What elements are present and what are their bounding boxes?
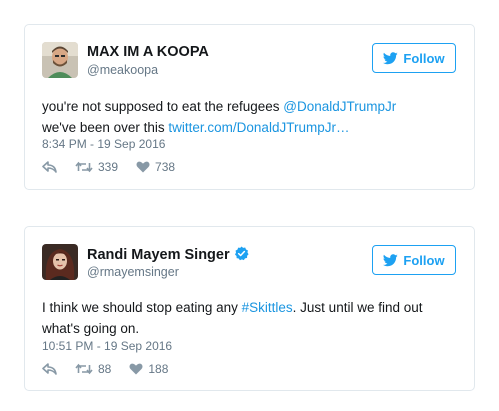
like-count: 188 — [148, 362, 169, 376]
reply-button[interactable] — [42, 161, 57, 173]
retweet-button[interactable]: 88 — [75, 362, 111, 376]
user-handle[interactable]: @rmayemsinger — [87, 265, 179, 279]
user-handle[interactable]: @meakoopa — [87, 63, 158, 77]
retweet-button[interactable]: 339 — [75, 160, 118, 174]
heart-icon — [136, 161, 150, 173]
retweet-icon — [75, 161, 93, 173]
tweet-card: Randi Mayem Singer @rmayemsinger Follow … — [24, 226, 475, 391]
tweet-text-line: you're not supposed to eat the refugees … — [42, 96, 467, 117]
display-name[interactable]: MAX IM A KOOPA — [87, 44, 209, 60]
reply-icon — [42, 161, 57, 173]
retweet-icon — [75, 363, 93, 375]
tweet-card: MAX IM A KOOPA @meakoopa Follow you're n… — [24, 24, 475, 190]
tweet-text-segment: you're not supposed to eat the refugees — [42, 99, 284, 114]
reply-icon — [42, 363, 57, 375]
tweet-text-segment: I think we should stop eating any — [42, 300, 242, 315]
retweet-count: 88 — [98, 362, 112, 376]
follow-button[interactable]: Follow — [372, 245, 456, 275]
tweet-text-segment: . Just until we find out — [292, 300, 423, 315]
avatar-image — [42, 42, 78, 78]
timestamp[interactable]: 8:34 PM - 19 Sep 2016 — [42, 137, 165, 151]
tweet-text-line: I think we should stop eating any #Skitt… — [42, 297, 467, 318]
timestamp[interactable]: 10:51 PM - 19 Sep 2016 — [42, 339, 172, 353]
tweet-text-segment: we've been over this — [42, 120, 169, 135]
mention-link[interactable]: @DonaldJTrumpJr — [283, 99, 396, 114]
avatar[interactable] — [42, 42, 78, 78]
tweet-actions: 88 188 — [42, 361, 186, 377]
like-button[interactable]: 738 — [136, 160, 175, 174]
tweet-text-line: we've been over this twitter.com/DonaldJ… — [42, 117, 467, 138]
avatar-image — [42, 244, 78, 280]
like-count: 738 — [155, 160, 176, 174]
reply-button[interactable] — [42, 363, 57, 375]
twitter-bird-icon — [383, 51, 399, 64]
verified-badge-icon — [234, 246, 249, 261]
tweet-actions: 339 738 — [42, 159, 193, 175]
twitter-bird-icon — [383, 253, 399, 266]
tweet-text: you're not supposed to eat the refugees … — [42, 96, 467, 138]
heart-icon — [129, 363, 143, 375]
display-name-text: Randi Mayem Singer — [87, 247, 230, 263]
retweet-count: 339 — [98, 160, 119, 174]
follow-label: Follow — [403, 50, 445, 66]
follow-label: Follow — [403, 252, 445, 268]
like-button[interactable]: 188 — [129, 362, 168, 376]
hashtag-link[interactable]: #Skittles — [242, 300, 293, 315]
url-link[interactable]: twitter.com/DonaldJTrumpJr… — [168, 120, 349, 135]
avatar[interactable] — [42, 244, 78, 280]
display-name[interactable]: Randi Mayem Singer — [87, 246, 249, 263]
follow-button[interactable]: Follow — [372, 43, 456, 73]
tweet-text-line: what's going on. — [42, 321, 140, 336]
tweet-text: I think we should stop eating any #Skitt… — [42, 297, 467, 339]
